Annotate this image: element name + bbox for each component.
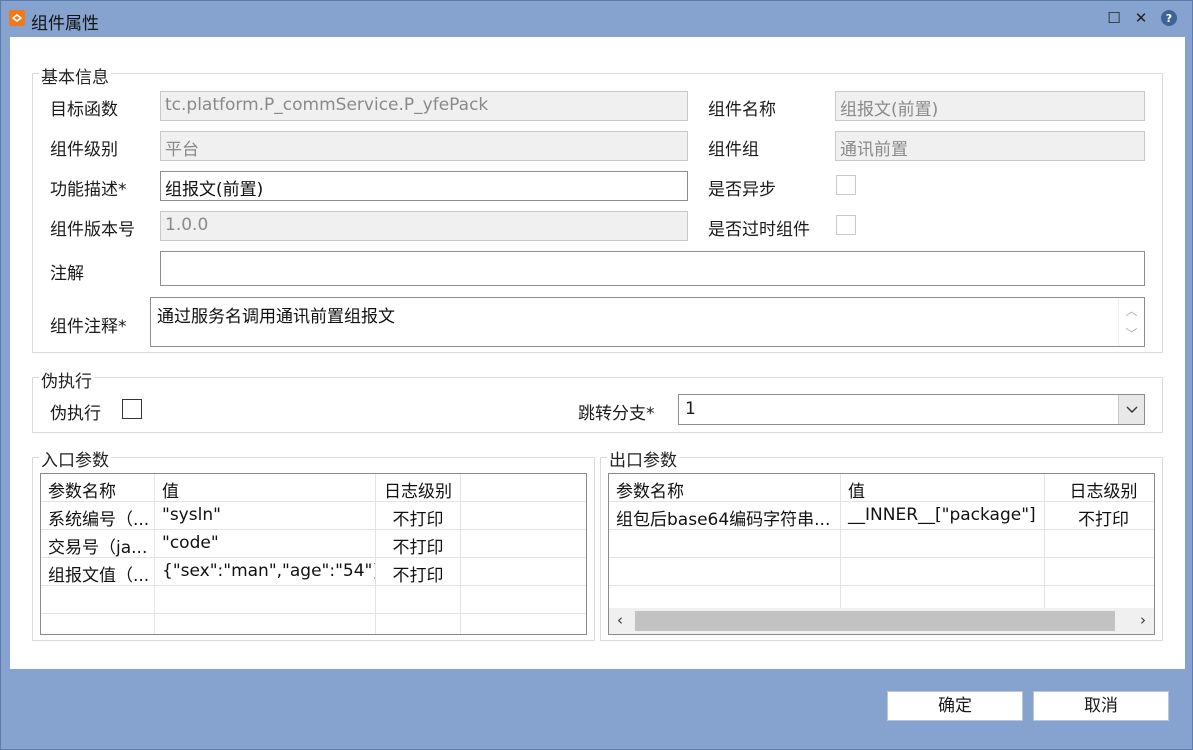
scroll-right-icon[interactable]: › bbox=[1140, 611, 1146, 629]
param-name-cell: 交易号（ja... bbox=[41, 530, 155, 558]
empty-cell bbox=[41, 586, 155, 614]
comment-text: 通过服务名调用通讯前置组报文 bbox=[157, 307, 395, 327]
maximize-icon[interactable]: ☐ bbox=[1105, 9, 1123, 27]
table-row[interactable]: 组包后base64编码字符串... __INNER__["package"] 不… bbox=[609, 502, 1154, 530]
help-icon[interactable]: ? bbox=[1161, 10, 1177, 26]
param-value-cell: {"sex":"man","age":"54"} bbox=[155, 558, 376, 586]
output-params-table: 参数名称 值 日志级别 组包后base64编码字符串... __INNER__[… bbox=[608, 473, 1155, 635]
input-params-table: 参数名称 值 日志级别 系统编号（... "sysln" 不打印 交易号（ja.… bbox=[40, 473, 587, 635]
empty-cell bbox=[376, 586, 461, 614]
is-obsolete-checkbox[interactable] bbox=[836, 215, 856, 235]
component-name-field[interactable]: 组报文(前置) bbox=[835, 91, 1145, 121]
table-row[interactable]: 组报文值（... {"sex":"man","age":"54"} 不打印 bbox=[41, 558, 586, 586]
column-header[interactable]: 参数名称 bbox=[41, 474, 155, 502]
param-name-cell: 组包后base64编码字符串... bbox=[609, 502, 841, 530]
dialog-window: 组件属性 ☐ ✕ ? 基本信息 目标函数 tc.platform.P_commS… bbox=[0, 0, 1193, 750]
component-level-field[interactable]: 平台 bbox=[160, 131, 688, 161]
empty-cell bbox=[841, 558, 1045, 586]
param-value-cell: "code" bbox=[155, 530, 376, 558]
dialog-content: 基本信息 目标函数 tc.platform.P_commService.P_yf… bbox=[10, 37, 1185, 669]
column-header[interactable]: 参数名称 bbox=[609, 474, 841, 502]
horizontal-scrollbar[interactable]: ‹ › bbox=[609, 608, 1154, 634]
scroll-left-icon[interactable]: ‹ bbox=[617, 611, 623, 629]
jump-branch-value: 1 bbox=[685, 399, 696, 419]
table-row[interactable]: 系统编号（... "sysln" 不打印 bbox=[41, 502, 586, 530]
comment-label: 组件注释* bbox=[50, 317, 127, 337]
empty-cell bbox=[155, 614, 376, 634]
pseudo-checkbox[interactable] bbox=[122, 399, 142, 419]
target-function-field[interactable]: tc.platform.P_commService.P_yfePack bbox=[160, 91, 688, 121]
empty-cell bbox=[841, 530, 1045, 558]
table-row[interactable]: 交易号（ja... "code" 不打印 bbox=[41, 530, 586, 558]
version-label: 组件版本号 bbox=[50, 220, 135, 240]
log-level-cell: 不打印 bbox=[1045, 502, 1154, 530]
jump-branch-select[interactable]: 1 bbox=[678, 394, 1145, 425]
title-bar[interactable]: 组件属性 ☐ ✕ ? bbox=[1, 1, 1192, 37]
pseudo-label: 伪执行 bbox=[50, 404, 101, 424]
target-function-label: 目标函数 bbox=[50, 100, 118, 120]
scroll-down-icon[interactable]: ﹀ bbox=[1125, 325, 1137, 342]
column-header[interactable]: 值 bbox=[155, 474, 376, 502]
cancel-button[interactable]: 取消 bbox=[1033, 691, 1169, 721]
table-header: 参数名称 值 日志级别 bbox=[41, 474, 586, 502]
version-field[interactable]: 1.0.0 bbox=[160, 211, 688, 241]
param-name-cell: 系统编号（... bbox=[41, 502, 155, 530]
comment-textarea[interactable]: 通过服务名调用通讯前置组报文 ︿ ﹀ bbox=[150, 297, 1145, 347]
column-header[interactable]: 值 bbox=[841, 474, 1045, 502]
component-level-label: 组件级别 bbox=[50, 140, 118, 160]
param-value-cell: "sysln" bbox=[155, 502, 376, 530]
table-row[interactable] bbox=[609, 558, 1154, 586]
is-obsolete-label: 是否过时组件 bbox=[708, 220, 810, 240]
log-level-cell: 不打印 bbox=[376, 558, 461, 586]
scroll-up-icon[interactable]: ︿ bbox=[1125, 302, 1137, 319]
empty-cell bbox=[1045, 530, 1154, 558]
chevron-down-icon[interactable] bbox=[1118, 395, 1144, 424]
app-icon bbox=[9, 10, 25, 26]
function-desc-input[interactable]: 组报文(前置) bbox=[160, 171, 688, 201]
empty-cell bbox=[41, 614, 155, 634]
basic-info-title: 基本信息 bbox=[39, 63, 111, 88]
jump-branch-label: 跳转分支* bbox=[578, 404, 655, 424]
param-value-cell: __INNER__["package"] bbox=[841, 502, 1045, 530]
component-group-field[interactable]: 通讯前置 bbox=[835, 131, 1145, 161]
empty-cell bbox=[609, 558, 841, 586]
function-desc-label: 功能描述* bbox=[50, 180, 127, 200]
window-title: 组件属性 bbox=[31, 14, 99, 34]
component-group-label: 组件组 bbox=[708, 140, 759, 160]
output-params-title: 出口参数 bbox=[607, 446, 679, 471]
empty-cell bbox=[376, 614, 461, 634]
is-async-label: 是否异步 bbox=[708, 180, 776, 200]
empty-cell bbox=[155, 586, 376, 614]
ok-button[interactable]: 确定 bbox=[887, 691, 1023, 721]
pseudo-group-title: 伪执行 bbox=[39, 367, 94, 392]
close-icon[interactable]: ✕ bbox=[1132, 9, 1150, 27]
table-row[interactable] bbox=[609, 530, 1154, 558]
input-params-title: 入口参数 bbox=[39, 446, 111, 471]
log-level-cell: 不打印 bbox=[376, 530, 461, 558]
annotation-label: 注解 bbox=[50, 264, 84, 284]
is-async-checkbox[interactable] bbox=[836, 175, 856, 195]
annotation-input[interactable] bbox=[160, 251, 1145, 286]
table-row[interactable] bbox=[41, 586, 586, 614]
comment-scrollbar[interactable]: ︿ ﹀ bbox=[1118, 298, 1144, 346]
scrollbar-thumb[interactable] bbox=[635, 611, 1115, 631]
column-header[interactable]: 日志级别 bbox=[1045, 474, 1154, 502]
log-level-cell: 不打印 bbox=[376, 502, 461, 530]
empty-cell bbox=[1045, 558, 1154, 586]
table-header: 参数名称 值 日志级别 bbox=[609, 474, 1154, 502]
param-name-cell: 组报文值（... bbox=[41, 558, 155, 586]
table-row[interactable] bbox=[41, 614, 586, 634]
component-name-label: 组件名称 bbox=[708, 100, 776, 120]
empty-cell bbox=[609, 530, 841, 558]
column-header[interactable]: 日志级别 bbox=[376, 474, 461, 502]
